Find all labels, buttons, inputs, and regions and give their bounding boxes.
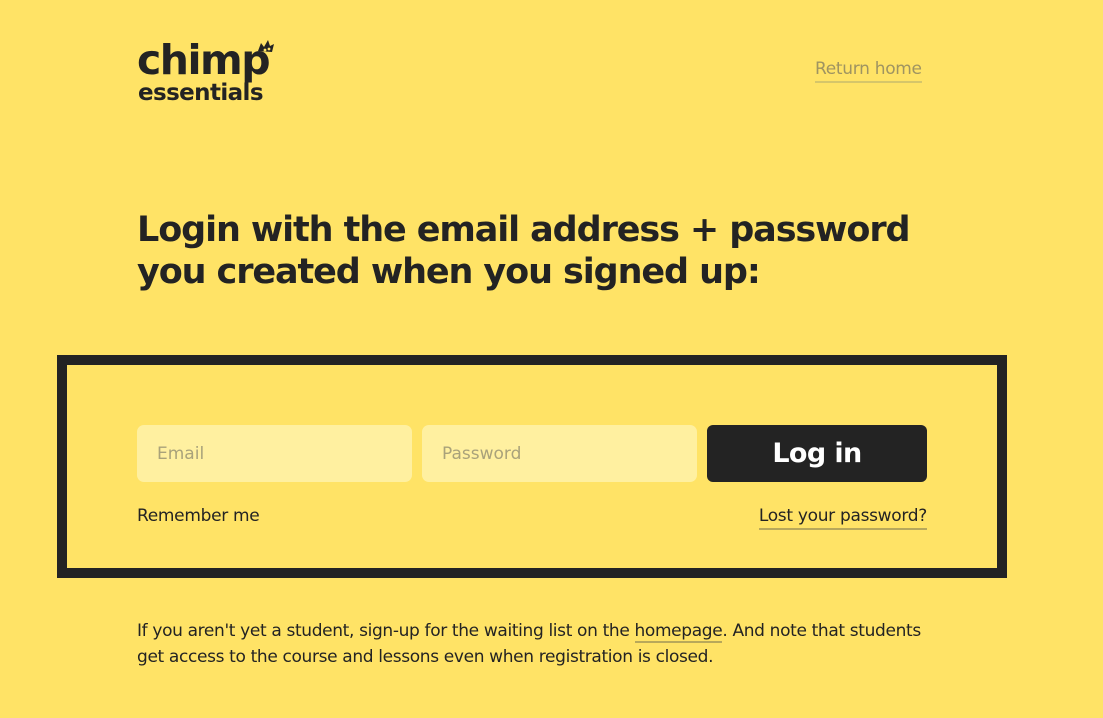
- chimp-face-icon: [258, 40, 274, 52]
- waiting-list-note: If you aren't yet a student, sign-up for…: [137, 618, 937, 670]
- page-title-line1: Login with the email address + password: [137, 210, 911, 250]
- homepage-link[interactable]: homepage: [634, 621, 723, 643]
- lost-password-link[interactable]: Lost your password?: [758, 505, 927, 530]
- note-text-before: If you aren't yet a student, sign-up for…: [137, 621, 635, 641]
- page-title-line2: you created when you signed up:: [137, 252, 761, 292]
- page-title: Login with the email address + password …: [137, 209, 957, 293]
- login-form: Log in Remember me Lost your password?: [57, 355, 1007, 578]
- password-field[interactable]: [422, 425, 697, 482]
- login-page: chimp essentials Return home Login with …: [0, 0, 1103, 718]
- remember-me-toggle[interactable]: Remember me: [137, 505, 260, 527]
- site-logo[interactable]: chimp essentials: [137, 38, 297, 108]
- logo-wordmark-chimp: chimp: [137, 36, 271, 84]
- logo-wordmark-essentials: essentials: [138, 80, 264, 106]
- return-home-link[interactable]: Return home: [815, 58, 922, 83]
- email-field[interactable]: [137, 425, 412, 482]
- login-button[interactable]: Log in: [707, 425, 927, 482]
